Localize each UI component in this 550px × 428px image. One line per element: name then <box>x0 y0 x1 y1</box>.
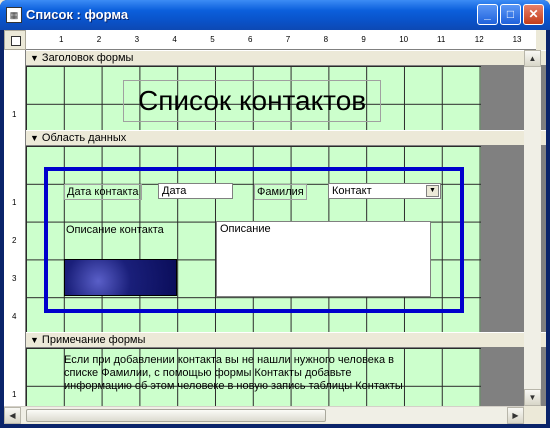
horizontal-scrollbar[interactable]: ◀ ▶ <box>4 406 524 424</box>
ruler-label: 2 <box>96 35 102 44</box>
ruler-label: 4 <box>12 312 17 321</box>
scroll-up-icon[interactable]: ▲ <box>524 50 541 67</box>
ruler-label: 8 <box>323 35 329 44</box>
ruler-label: 7 <box>285 35 291 44</box>
decorative-image[interactable] <box>64 259 177 296</box>
form-selector-box[interactable] <box>11 36 21 46</box>
section-arrow-icon: ▼ <box>30 53 39 63</box>
chevron-down-icon[interactable]: ▼ <box>426 185 439 197</box>
vertical-scrollbar[interactable]: ▲ ▼ <box>524 50 541 406</box>
minimize-button[interactable]: _ <box>477 4 498 25</box>
ruler-label: 4 <box>172 35 177 44</box>
date-label[interactable]: Дата контакта <box>64 184 142 200</box>
ruler-label: 1 <box>12 390 17 399</box>
ruler-label: 10 <box>399 35 409 44</box>
scroll-left-icon[interactable]: ◀ <box>4 407 21 424</box>
surname-label[interactable]: Фамилия <box>254 184 307 200</box>
form-window: ▦ Список : форма _ □ ✕ 1 2 3 4 5 6 7 8 9 10 11 12 13… <box>0 0 550 428</box>
ruler-label: 1 <box>12 198 17 207</box>
ruler-label: 3 <box>134 35 140 44</box>
section-header-label: Заголовок формы <box>41 52 134 64</box>
form-title-label[interactable]: Список контактов <box>123 80 382 122</box>
section-bar-footer[interactable]: ▼ Примечание формы <box>26 332 546 348</box>
section-detail-label: Область данных <box>41 132 127 144</box>
close-button[interactable]: ✕ <box>523 4 544 25</box>
ruler-label: 5 <box>210 35 215 44</box>
ruler-label: 12 <box>474 35 484 44</box>
description-textbox[interactable]: Описание <box>216 221 431 297</box>
design-surface: ▼ Заголовок формы Список контактов ▼ Облас… <box>26 50 546 406</box>
vertical-ruler[interactable]: 1 1 2 3 4 1 <box>4 50 26 410</box>
section-arrow-icon: ▼ <box>30 133 39 143</box>
ruler-label: 13 <box>512 35 522 44</box>
horizontal-scroll-thumb[interactable] <box>26 409 326 422</box>
form-icon: ▦ <box>6 7 22 23</box>
form-design-client: 1 2 3 4 5 6 7 8 9 10 11 12 13 112341 ▼ Заголовок форм… <box>4 30 546 424</box>
ruler-label: 1 <box>12 110 17 119</box>
ruler-label: 1 <box>59 35 64 44</box>
footer-note[interactable]: Если при добавлении контакта вы не нашли… <box>64 354 404 393</box>
ruler-label: 9 <box>361 35 366 44</box>
ruler-label: 6 <box>248 35 253 44</box>
horizontal-ruler[interactable]: 1 2 3 4 5 6 7 8 9 10 11 12 13 <box>26 30 536 50</box>
section-bar-header[interactable]: ▼ Заголовок формы <box>26 50 546 66</box>
surname-combobox[interactable]: Контакт ▼ <box>328 183 441 199</box>
ruler-label: 3 <box>12 274 17 283</box>
section-arrow-icon: ▼ <box>30 335 39 345</box>
scroll-right-icon[interactable]: ▶ <box>507 407 524 424</box>
form-selector[interactable] <box>4 30 26 50</box>
date-textbox[interactable]: Дата <box>158 183 233 199</box>
ruler-label: 2 <box>12 236 17 245</box>
title-bar[interactable]: ▦ Список : форма _ □ ✕ <box>0 0 550 30</box>
description-label[interactable]: Описание контакта <box>66 224 164 236</box>
section-bar-detail[interactable]: ▼ Область данных <box>26 130 546 146</box>
maximize-button[interactable]: □ <box>500 4 521 25</box>
surname-combo-value: Контакт <box>332 185 372 197</box>
ruler-label: 11 <box>437 35 446 44</box>
scroll-down-icon[interactable]: ▼ <box>524 389 541 406</box>
section-footer-label: Примечание формы <box>41 334 146 346</box>
window-title: Список : форма <box>26 7 129 22</box>
